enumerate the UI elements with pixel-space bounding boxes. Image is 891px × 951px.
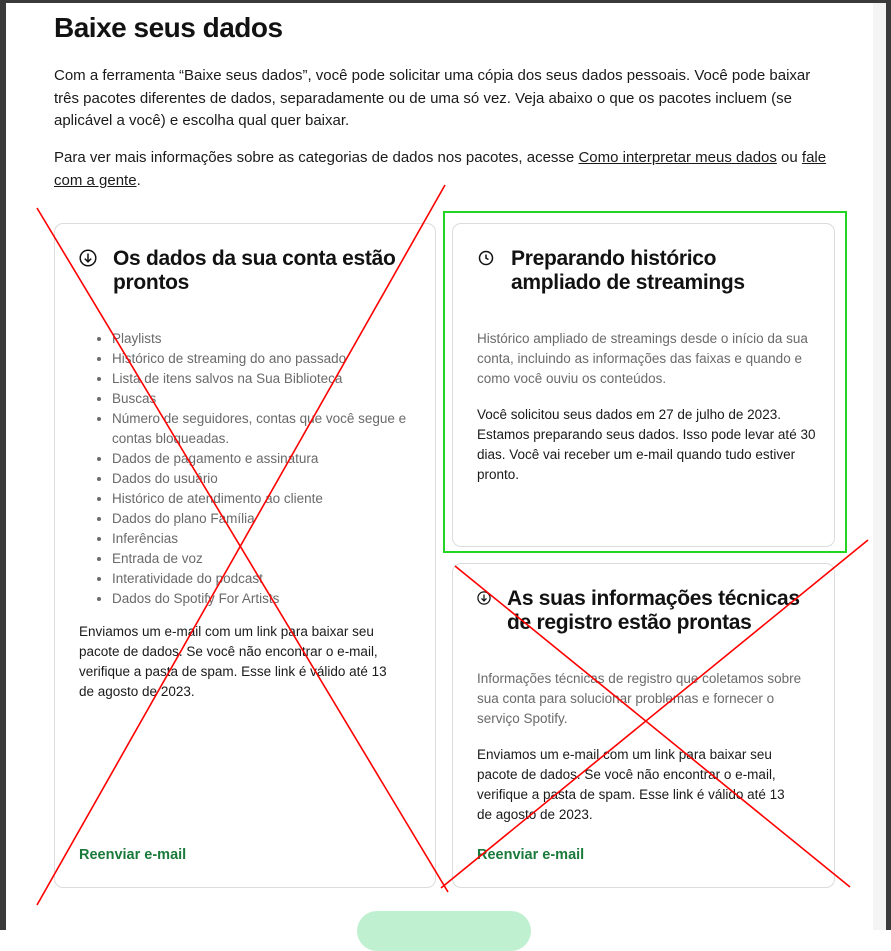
cross-line	[36, 184, 446, 906]
cross-line	[454, 565, 851, 888]
cross-out-annotation	[36, 184, 869, 906]
cross-line	[36, 207, 449, 893]
cross-line	[440, 539, 869, 889]
